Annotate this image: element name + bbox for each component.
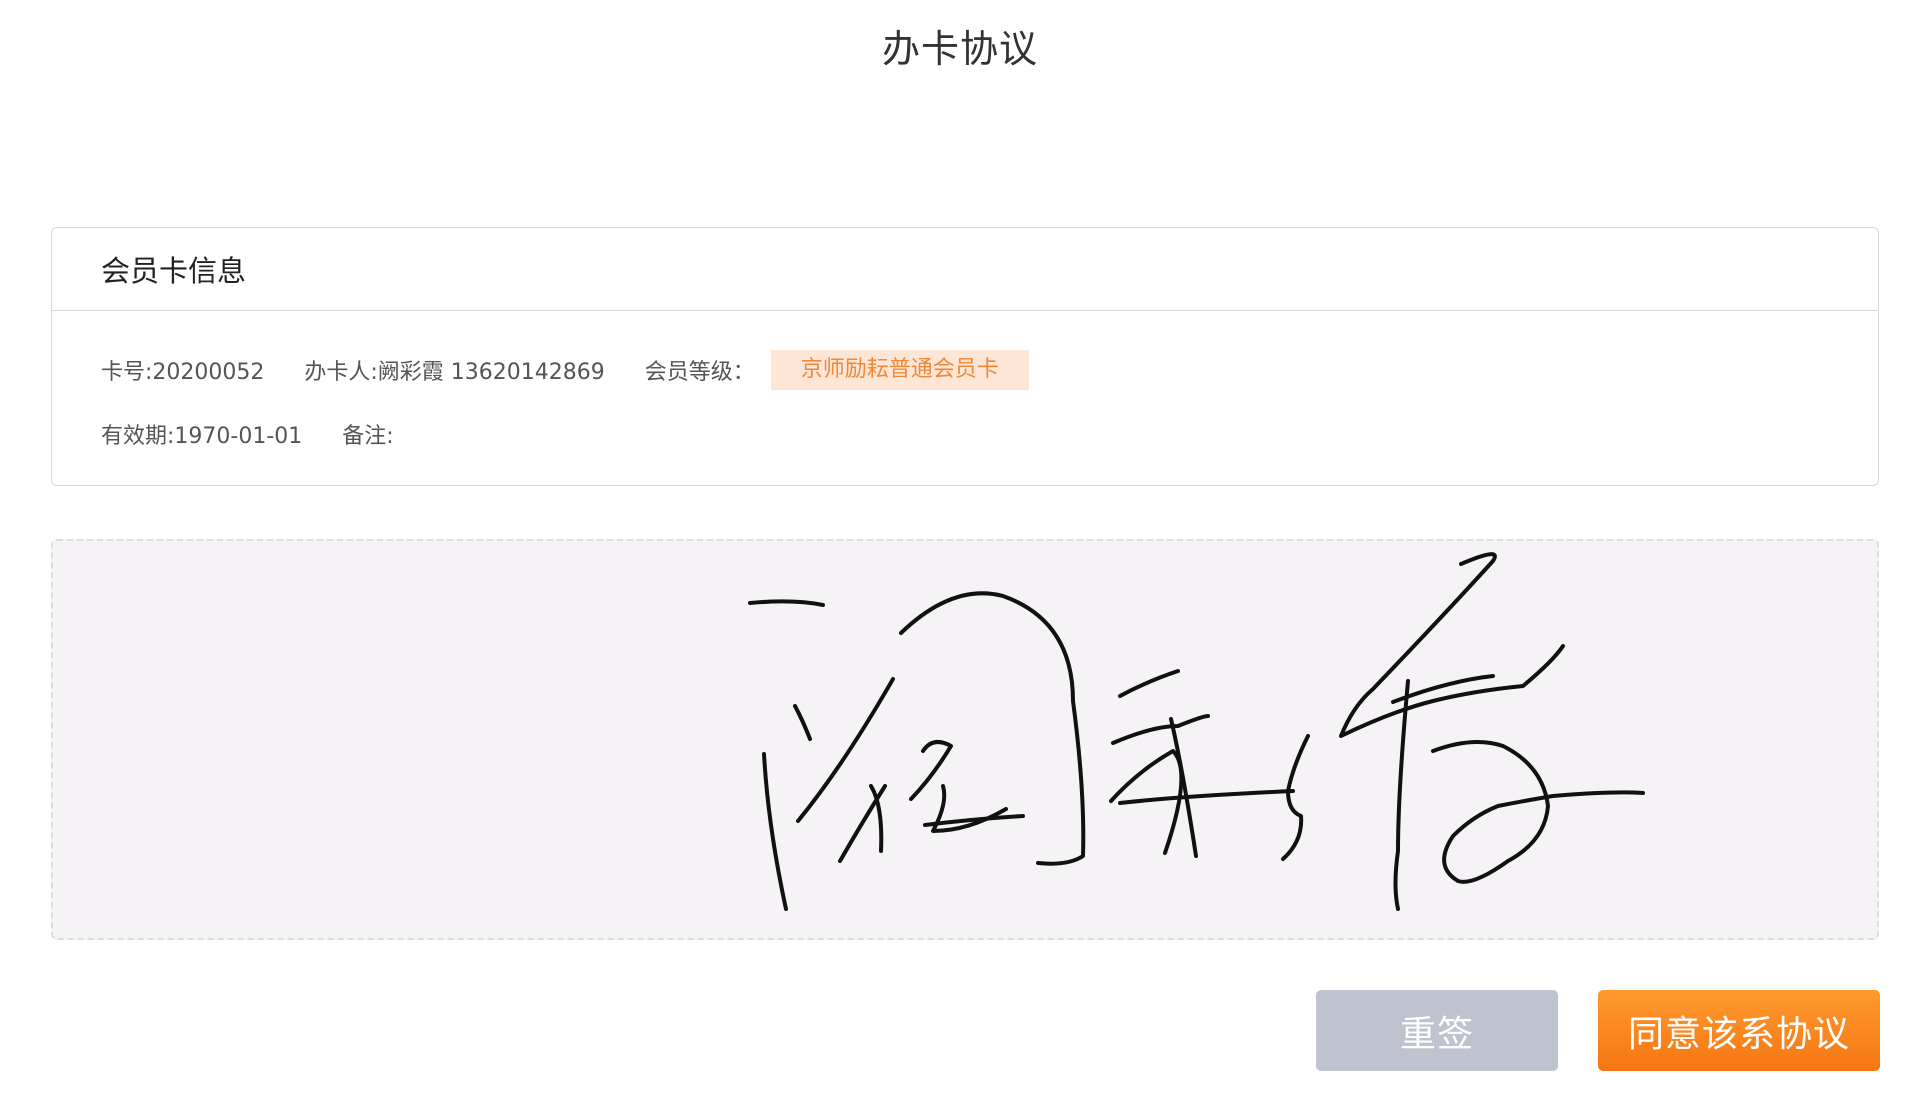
card-holder: 办卡人:阙彩霞 13620142869	[304, 360, 605, 385]
card-info-row-2: 有效期:1970-01-01 备注:	[101, 418, 394, 450]
page-title: 办卡协议	[881, 27, 1038, 71]
agreement-page: 办卡协议 会员卡信息 卡号:20200052 办卡人:阙彩霞 136201428…	[0, 0, 1920, 1116]
card-info-header: 会员卡信息	[52, 228, 1878, 311]
agree-button[interactable]: 同意该系协议	[1598, 990, 1880, 1071]
signature-pad[interactable]	[51, 539, 1879, 940]
member-level-label: 会员等级：	[644, 360, 755, 385]
handwritten-signature	[748, 552, 1645, 911]
card-info-row-1: 卡号:20200052 办卡人:阙彩霞 13620142869 会员等级： 京师…	[101, 350, 1029, 390]
resign-button[interactable]: 重签	[1316, 990, 1558, 1071]
member-level-badge: 京师励耘普通会员卡	[770, 350, 1029, 390]
validity-date: 有效期:1970-01-01	[101, 424, 303, 449]
remark-label: 备注:	[342, 424, 394, 449]
card-number: 卡号:20200052	[101, 360, 265, 385]
member-card-info-panel: 会员卡信息 卡号:20200052 办卡人:阙彩霞 13620142869 会员…	[51, 227, 1879, 486]
